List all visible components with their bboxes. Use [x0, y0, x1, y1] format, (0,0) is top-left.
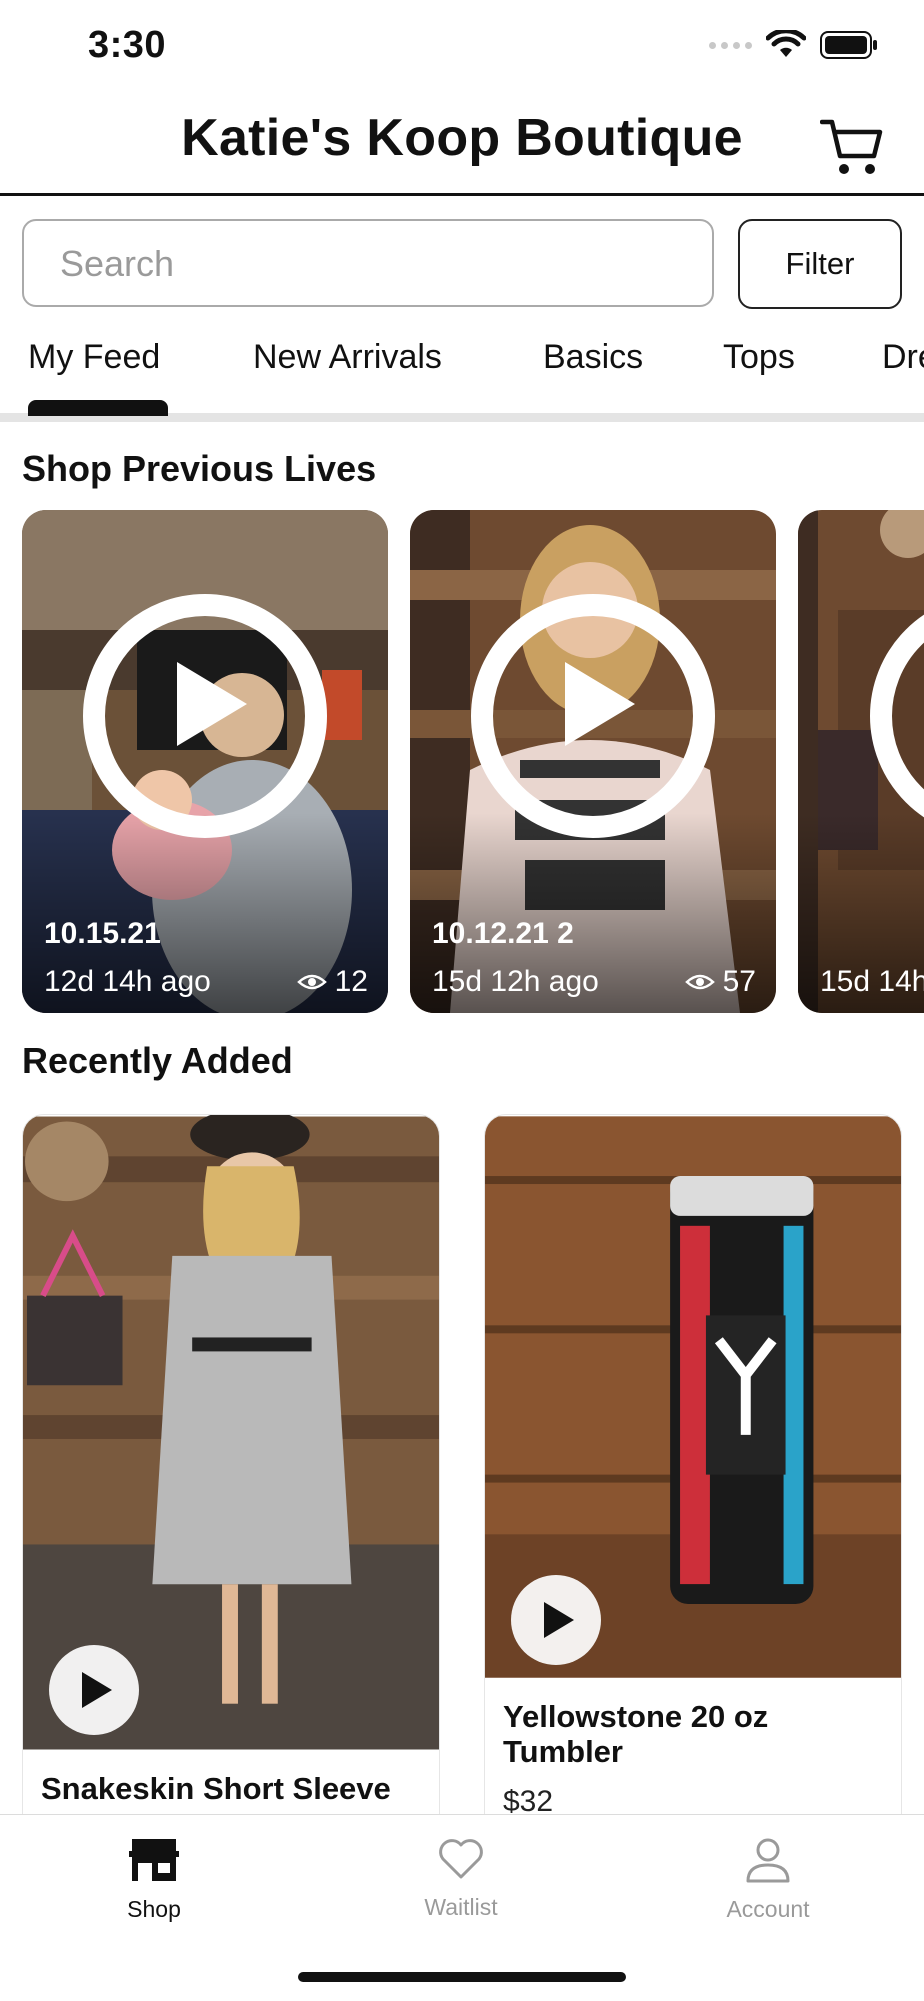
- tab-my-feed[interactable]: My Feed: [28, 338, 160, 377]
- eye-icon: [684, 974, 715, 990]
- live-card[interactable]: 15d 14h: [798, 510, 924, 1013]
- user-icon: [746, 1838, 790, 1883]
- eye-icon: [296, 974, 327, 990]
- product-play-button[interactable]: [49, 1645, 139, 1735]
- active-tab-indicator: [28, 400, 168, 416]
- tab-new-arrivals[interactable]: New Arrivals: [253, 338, 442, 377]
- wifi-icon: [766, 30, 806, 57]
- live-title: 10.15.21: [44, 917, 161, 950]
- heart-icon: [439, 1839, 483, 1879]
- status-indicators: [709, 30, 878, 60]
- live-card[interactable]: 10.15.21 12d 14h ago 12: [22, 510, 388, 1013]
- live-views: 12: [296, 965, 368, 999]
- nav-shop[interactable]: Shop: [54, 1837, 254, 1923]
- tab-tops[interactable]: Tops: [723, 338, 795, 377]
- battery-icon: [820, 31, 877, 59]
- product-name: Snakeskin Short Sleeve: [41, 1771, 391, 1806]
- home-indicator: [298, 1972, 626, 1982]
- section-title-recently-added: Recently Added: [22, 1040, 293, 1081]
- live-views: 57: [684, 965, 756, 999]
- product-play-button[interactable]: [511, 1575, 601, 1665]
- live-title: 10.12.21 2: [432, 917, 574, 950]
- live-card[interactable]: 10.12.21 2 15d 12h ago 57: [410, 510, 776, 1013]
- cellular-icon: [709, 41, 752, 49]
- filter-button[interactable]: Filter: [738, 219, 902, 309]
- play-icon: [565, 662, 635, 746]
- live-ago: 12d 14h ago: [44, 965, 211, 998]
- status-time: 3:30: [88, 24, 167, 66]
- cart-icon[interactable]: [820, 116, 884, 178]
- nav-waitlist[interactable]: Waitlist: [361, 1837, 561, 1921]
- nav-label-waitlist: Waitlist: [424, 1894, 498, 1920]
- store-icon: [129, 1839, 179, 1881]
- nav-account[interactable]: Account: [668, 1837, 868, 1923]
- live-ago: 15d 14h: [820, 965, 924, 998]
- tab-basics[interactable]: Basics: [543, 338, 643, 377]
- section-title-previous-lives: Shop Previous Lives: [22, 448, 377, 489]
- play-icon: [177, 662, 247, 746]
- live-ago: 15d 12h ago: [432, 965, 599, 998]
- product-card[interactable]: Yellowstone 20 oz Tumbler $32: [484, 1114, 902, 1834]
- nav-label-account: Account: [726, 1896, 810, 1922]
- live-views-count: 57: [722, 965, 756, 998]
- nav-label-shop: Shop: [127, 1896, 181, 1922]
- tab-dresses[interactable]: Dre: [882, 338, 924, 377]
- search-input[interactable]: [58, 221, 702, 307]
- header-divider: [0, 193, 924, 196]
- product-name: Yellowstone 20 oz Tumbler: [503, 1699, 769, 1769]
- live-views-count: 12: [334, 965, 368, 998]
- product-card[interactable]: Snakeskin Short Sleeve: [22, 1114, 440, 1834]
- page-title: Katie's Koop Boutique: [181, 109, 743, 167]
- search-field[interactable]: [22, 219, 714, 307]
